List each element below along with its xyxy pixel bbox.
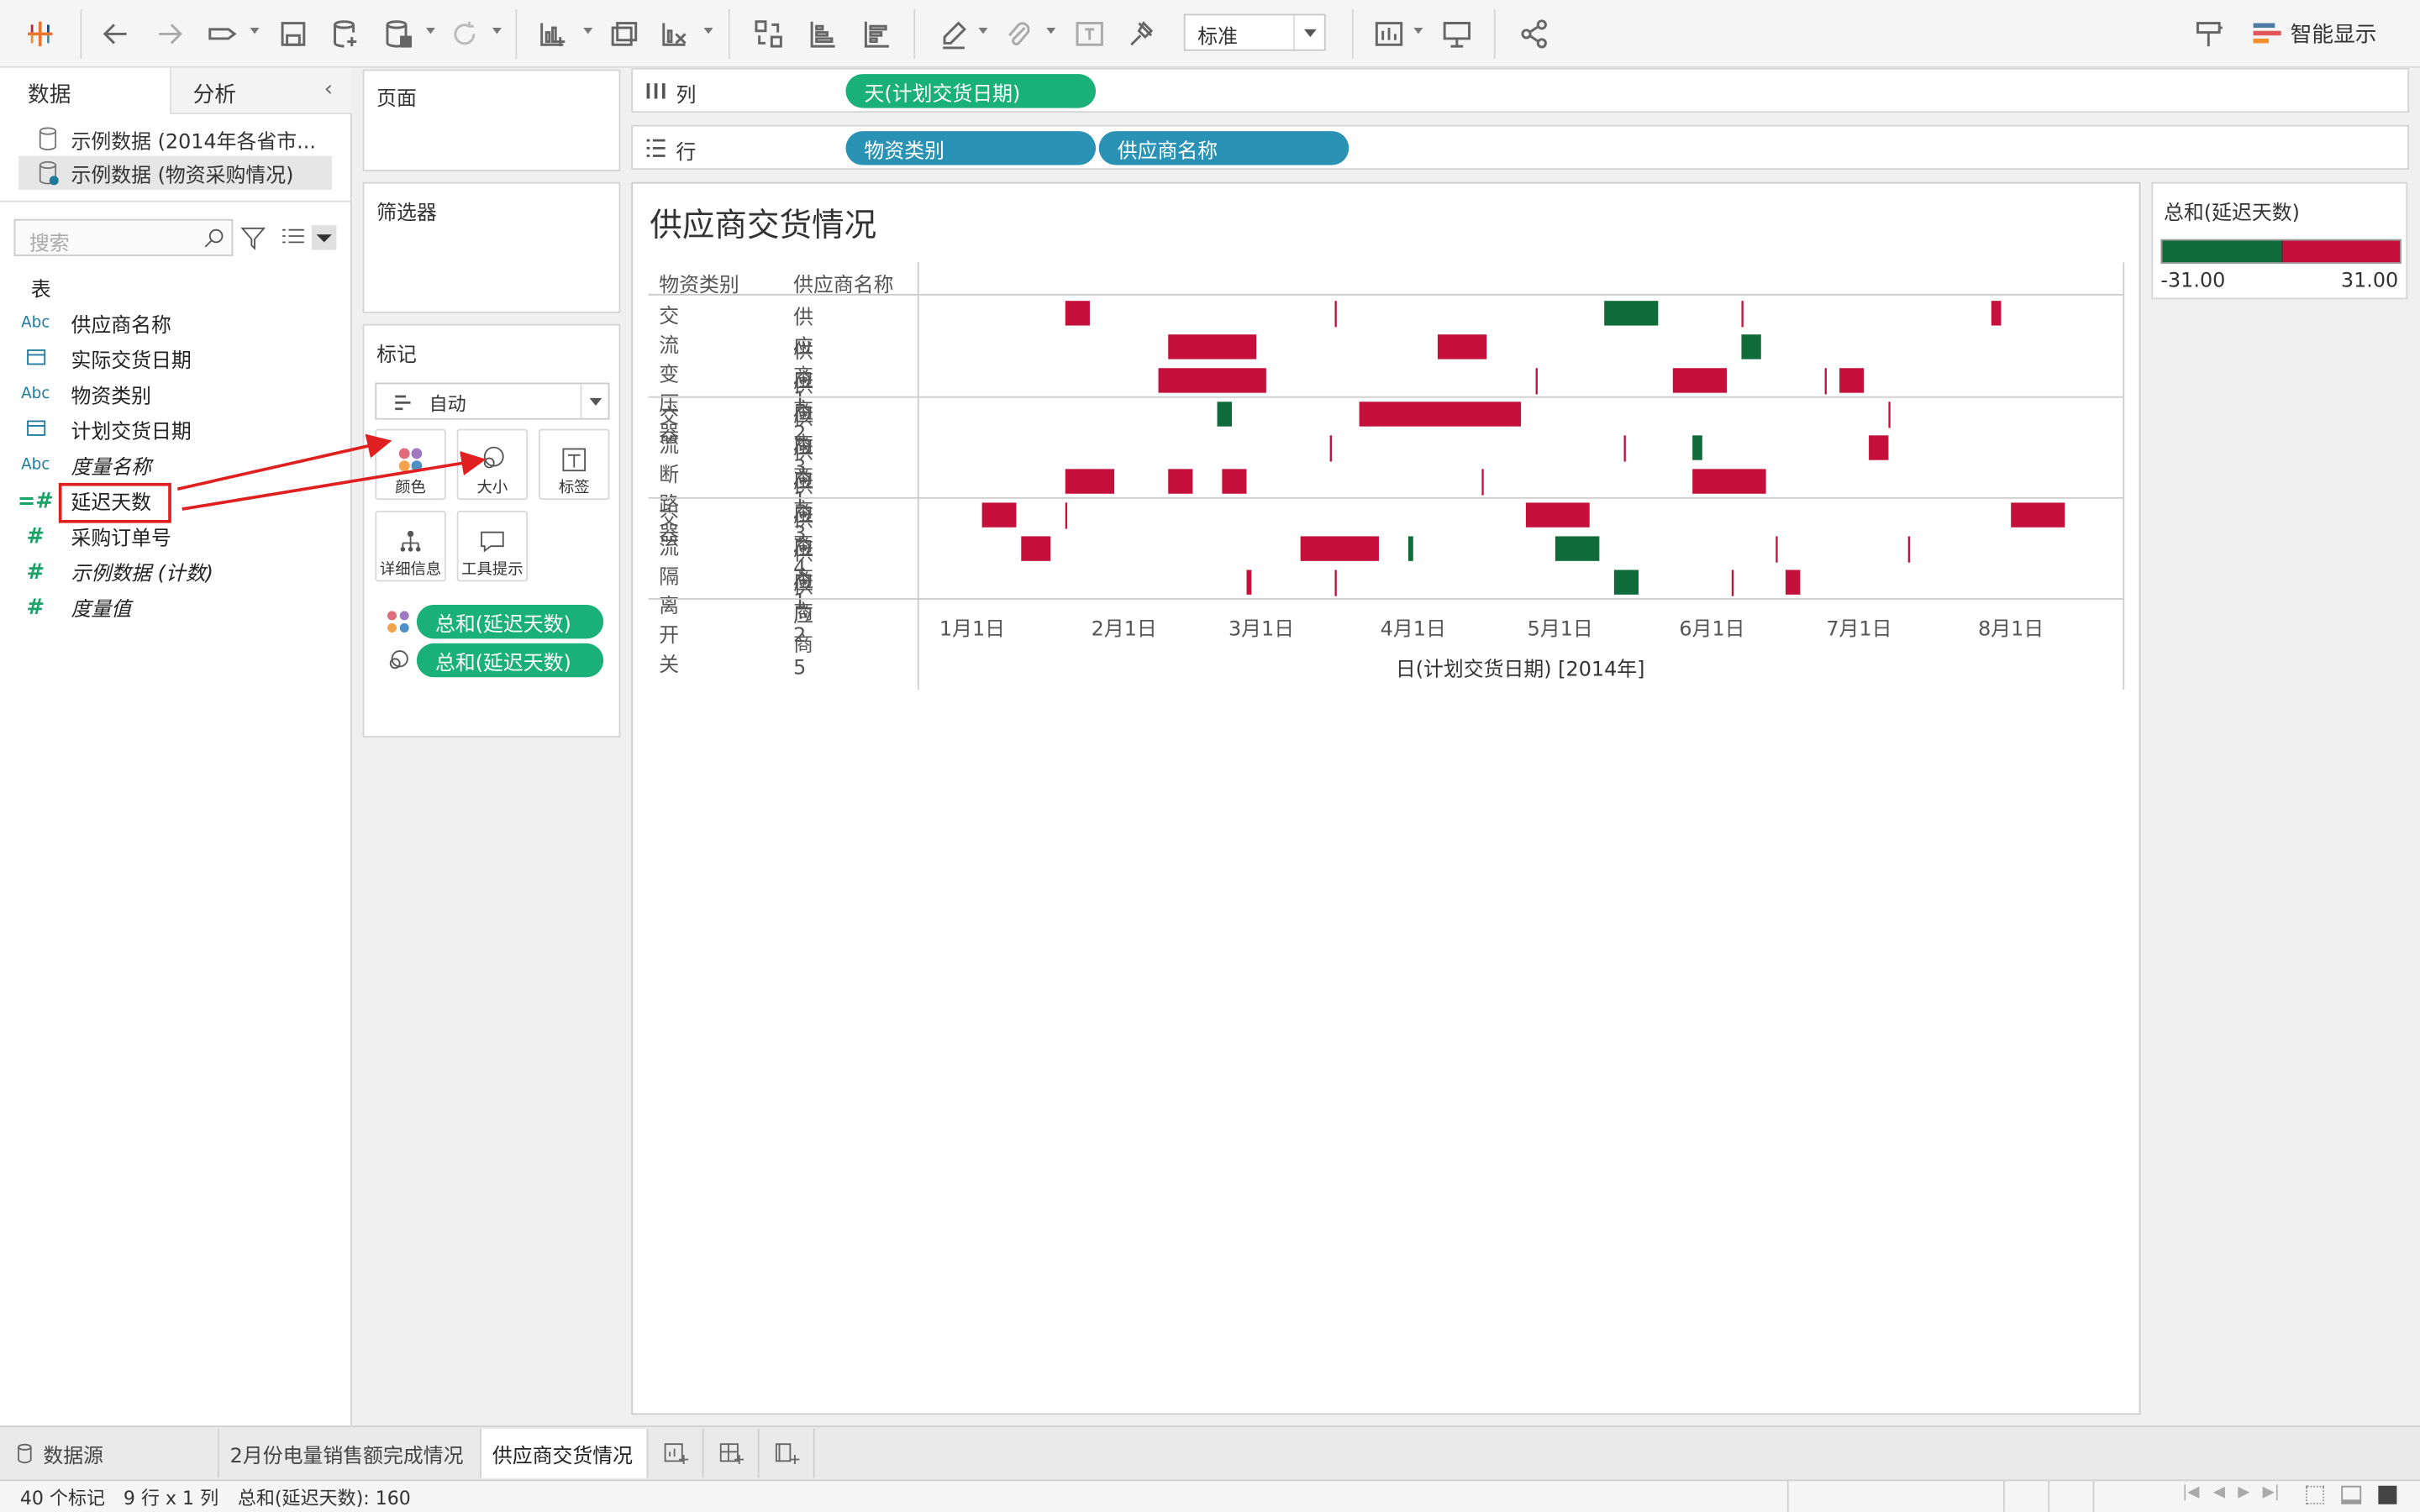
gantt-bar (1692, 435, 1702, 460)
x-axis-title: 日(计划交货日期) [2014年] (1395, 659, 1645, 682)
color-legend[interactable]: 总和(延迟天数) -31.00 31.00 (2151, 181, 2408, 300)
gantt-bar (1535, 368, 1538, 395)
gantt-bar (1525, 502, 1590, 528)
gantt-bar (1785, 570, 1801, 595)
prev-sheet-icon[interactable]: ◀ (2213, 1484, 2225, 1501)
gantt-bar (1065, 301, 1090, 326)
gantt-bar (2011, 502, 2065, 528)
gantt-bar (981, 502, 1017, 528)
gantt-bar (1168, 334, 1257, 360)
gantt-bar (1888, 402, 1891, 428)
x-tick-label: 6月1日 (1679, 618, 1745, 643)
gantt-bar (1741, 301, 1744, 328)
tab-sheet-electricity[interactable]: 2月份电量销售额完成情况 (219, 1428, 482, 1478)
gantt-bar (1021, 536, 1051, 561)
x-tick-label: 8月1日 (1978, 618, 2044, 643)
database-icon (18, 1443, 32, 1464)
gantt-bar (1222, 469, 1247, 494)
x-tick-label: 2月1日 (1091, 618, 1157, 643)
gantt-bar (1907, 536, 1911, 563)
status-rows-cols: 9 行 x 1 列 (123, 1487, 219, 1509)
last-sheet-icon[interactable]: ▶| (2263, 1484, 2280, 1501)
gantt-bar (1334, 301, 1337, 328)
x-tick-label: 3月1日 (1228, 618, 1295, 643)
gantt-bar (1329, 435, 1332, 462)
x-tick-label: 5月1日 (1527, 618, 1593, 643)
next-sheet-icon[interactable]: ▶ (2238, 1484, 2249, 1501)
tableau-window: 标准 智能显示 数据 分析 ‹ 示例数据 (2014年各省市... 示例数据 (… (0, 0, 2420, 1512)
new-dashboard-tab-icon[interactable] (704, 1428, 760, 1478)
gantt-bar (1869, 435, 1889, 460)
gantt-bar (1334, 570, 1337, 596)
new-story-tab-icon[interactable] (760, 1428, 815, 1478)
gantt-bar (1065, 469, 1115, 494)
gantt-bar (1481, 469, 1484, 496)
gantt-bar (1217, 402, 1233, 427)
tab-label: 数据源 (43, 1445, 104, 1468)
gantt-bar (1359, 402, 1522, 427)
legend-min: -31.00 (2160, 270, 2226, 293)
gantt-bar (1741, 334, 1761, 360)
gantt-bar (1437, 334, 1487, 360)
tab-datasource[interactable]: 数据源 (0, 1428, 219, 1478)
gantt-bar (1065, 502, 1068, 529)
tabs-view-icon[interactable] (2378, 1485, 2397, 1504)
status-marks: 40 个标记 (19, 1487, 106, 1509)
first-sheet-icon[interactable]: |◀ (2182, 1484, 2199, 1501)
legend-max: 31.00 (2340, 270, 2399, 293)
tab-sheet-supplier[interactable]: 供应商交货情况 (481, 1428, 649, 1478)
gantt-bar (1731, 570, 1734, 596)
legend-title: 总和(延迟天数) (2164, 202, 2300, 226)
x-tick-label: 7月1日 (1826, 618, 1892, 643)
gantt-bar (1300, 536, 1379, 561)
gantt-bar (1604, 301, 1659, 326)
new-worksheet-tab-icon[interactable] (648, 1428, 704, 1478)
x-tick-label: 4月1日 (1380, 618, 1446, 643)
gantt-bar (1158, 368, 1266, 393)
gantt-bar (1407, 536, 1413, 561)
gantt-bar (1776, 536, 1778, 563)
status-sum: 总和(延迟天数): 160 (237, 1487, 411, 1509)
gantt-bar (1623, 435, 1626, 462)
gantt-chart (648, 262, 2125, 690)
grid-view-icon[interactable] (2306, 1485, 2325, 1504)
gantt-bar (1555, 536, 1600, 561)
gantt-bar (1692, 469, 1766, 494)
legend-ramp (2160, 239, 2402, 265)
gantt-bar (1613, 570, 1639, 595)
x-tick-label: 1月1日 (939, 618, 1006, 643)
gantt-bar (1824, 368, 1827, 395)
gantt-bar (1246, 570, 1252, 595)
filmstrip-view-icon[interactable] (2341, 1485, 2362, 1504)
gantt-bar (1672, 368, 1727, 393)
gantt-bar (1168, 469, 1193, 494)
gantt-bar (1839, 368, 1865, 393)
gantt-bar (1991, 301, 2002, 326)
